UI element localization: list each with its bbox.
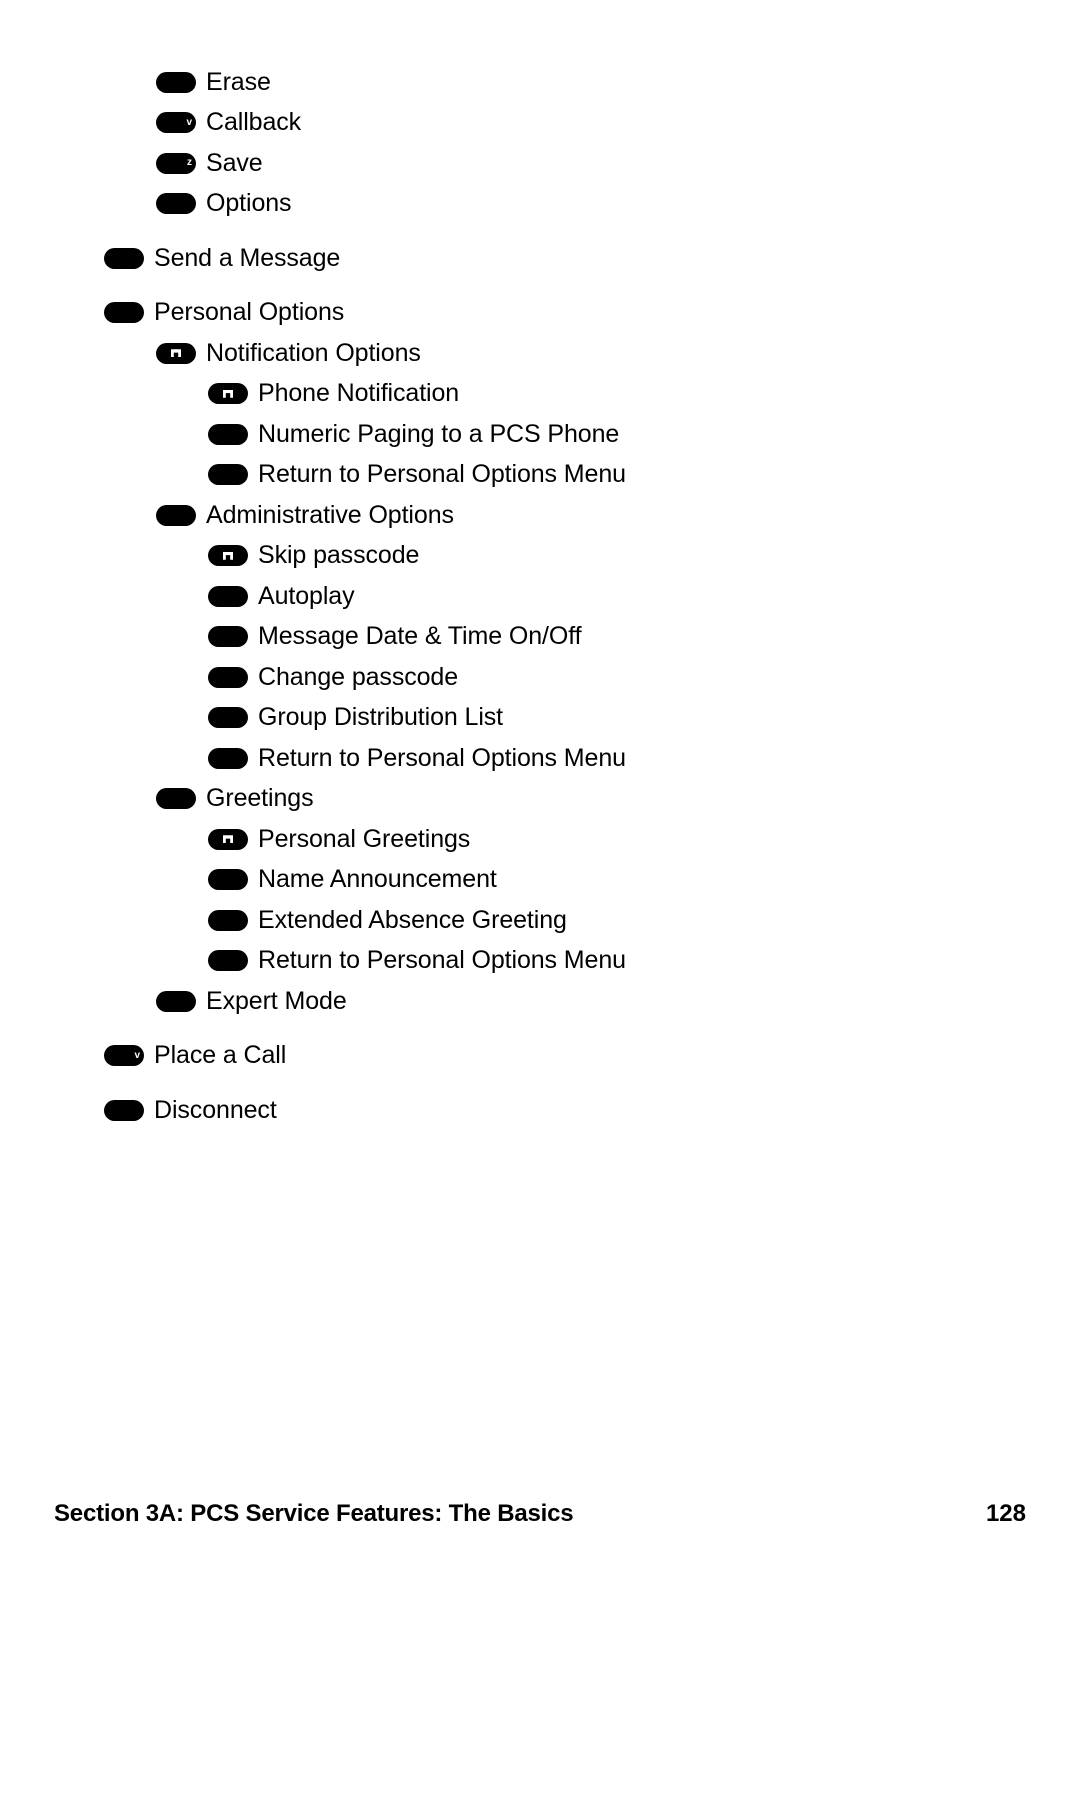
menu-bullet-icon [156, 342, 196, 364]
menu-bullet-icon [156, 788, 196, 810]
menu-bullet-icon [104, 247, 144, 269]
menu-bullet-icon [156, 990, 196, 1012]
menu-bullet-icon: z [156, 152, 196, 174]
document-page: Erase v Callback z Save Options Send a Message… [0, 0, 1080, 1800]
menu-item-label: Personal Options [154, 298, 345, 327]
footer-section-title: Section 3A: PCS Service Features: The Ba… [54, 1500, 574, 1527]
menu-bullet-icon [208, 828, 248, 850]
bullet-glyph-z: z [187, 157, 192, 169]
menu-item-label: Return to Personal Options Menu [258, 743, 626, 772]
menu-item-label: Return to Personal Options Menu [258, 460, 626, 489]
menu-tree-item: Disconnect [0, 1090, 1080, 1131]
menu-bullet-icon [208, 626, 248, 648]
menu-bullet-icon [208, 464, 248, 486]
menu-tree-item: Notification Options [0, 333, 1080, 374]
menu-tree-item: Change passcode [0, 657, 1080, 698]
menu-item-label: Autoplay [258, 581, 355, 610]
menu-bullet-icon [156, 504, 196, 526]
menu-bullet-icon [156, 71, 196, 93]
menu-tree-item: Name Announcement [0, 860, 1080, 901]
menu-item-label: Skip passcode [258, 541, 420, 570]
menu-item-label: Personal Greetings [258, 824, 471, 853]
menu-item-label: Phone Notification [258, 379, 460, 408]
menu-tree-item: Numeric Paging to a PCS Phone [0, 414, 1080, 455]
menu-tree-item: Erase [0, 62, 1080, 103]
bullet-glyph-notch-icon [223, 835, 233, 844]
bullet-glyph-notch-icon [171, 349, 181, 358]
bullet-glyph-notch-icon [223, 551, 233, 560]
menu-tree: Erase v Callback z Save Options Send a Message… [0, 62, 1080, 1131]
menu-tree-item: Personal Greetings [0, 819, 1080, 860]
menu-tree-item: Options [0, 184, 1080, 225]
menu-bullet-icon [208, 869, 248, 891]
menu-item-label: Send a Message [154, 243, 341, 272]
menu-bullet-icon [208, 707, 248, 729]
menu-bullet-icon [104, 1099, 144, 1121]
menu-bullet-icon [208, 909, 248, 931]
menu-item-label: Notification Options [206, 338, 421, 367]
menu-tree-item: Expert Mode [0, 981, 1080, 1022]
menu-item-label: Save [206, 148, 263, 177]
menu-tree-item: Return to Personal Options Menu [0, 941, 1080, 982]
menu-bullet-icon [208, 545, 248, 567]
menu-item-label: Place a Call [154, 1041, 287, 1070]
bullet-glyph-v: v [186, 116, 192, 128]
menu-item-label: Group Distribution List [258, 703, 504, 732]
menu-tree-item: Autoplay [0, 576, 1080, 617]
menu-tree-item: Phone Notification [0, 374, 1080, 415]
menu-item-label: Return to Personal Options Menu [258, 946, 626, 975]
menu-bullet-icon [208, 423, 248, 445]
menu-tree-item: z Save [0, 143, 1080, 184]
menu-item-label: Options [206, 189, 292, 218]
menu-bullet-icon [208, 383, 248, 405]
menu-item-label: Erase [206, 67, 271, 96]
menu-item-label: Numeric Paging to a PCS Phone [258, 419, 620, 448]
menu-bullet-icon: v [104, 1045, 144, 1067]
menu-tree-item: Administrative Options [0, 495, 1080, 536]
menu-item-label: Name Announcement [258, 865, 497, 894]
menu-item-label: Extended Absence Greeting [258, 905, 567, 934]
menu-tree-item: v Callback [0, 103, 1080, 144]
bullet-glyph-v: v [134, 1049, 140, 1061]
page-footer: Section 3A: PCS Service Features: The Ba… [54, 1500, 1026, 1528]
menu-tree-item: v Place a Call [0, 1036, 1080, 1077]
menu-tree-item: Skip passcode [0, 536, 1080, 577]
menu-item-label: Callback [206, 108, 302, 137]
menu-tree-item: Group Distribution List [0, 698, 1080, 739]
menu-tree-item: Greetings [0, 779, 1080, 820]
menu-item-label: Message Date & Time On/Off [258, 622, 582, 651]
menu-tree-item: Send a Message [0, 238, 1080, 279]
bullet-glyph-notch-icon [223, 389, 233, 398]
menu-bullet-icon [104, 302, 144, 324]
menu-bullet-icon [208, 950, 248, 972]
menu-tree-item: Message Date & Time On/Off [0, 617, 1080, 658]
menu-item-label: Administrative Options [206, 500, 454, 529]
menu-bullet-icon [208, 747, 248, 769]
menu-item-label: Expert Mode [206, 986, 347, 1015]
menu-item-label: Greetings [206, 784, 314, 813]
footer-page-number: 128 [985, 1500, 1026, 1527]
menu-bullet-icon [156, 193, 196, 215]
menu-tree-item: Return to Personal Options Menu [0, 455, 1080, 496]
menu-tree-item: Return to Personal Options Menu [0, 738, 1080, 779]
menu-tree-item: Extended Absence Greeting [0, 900, 1080, 941]
menu-item-label: Change passcode [258, 662, 459, 691]
menu-tree-item: Personal Options [0, 293, 1080, 334]
menu-bullet-icon [208, 666, 248, 688]
menu-item-label: Disconnect [154, 1095, 277, 1124]
menu-bullet-icon [208, 585, 248, 607]
menu-bullet-icon: v [156, 112, 196, 134]
